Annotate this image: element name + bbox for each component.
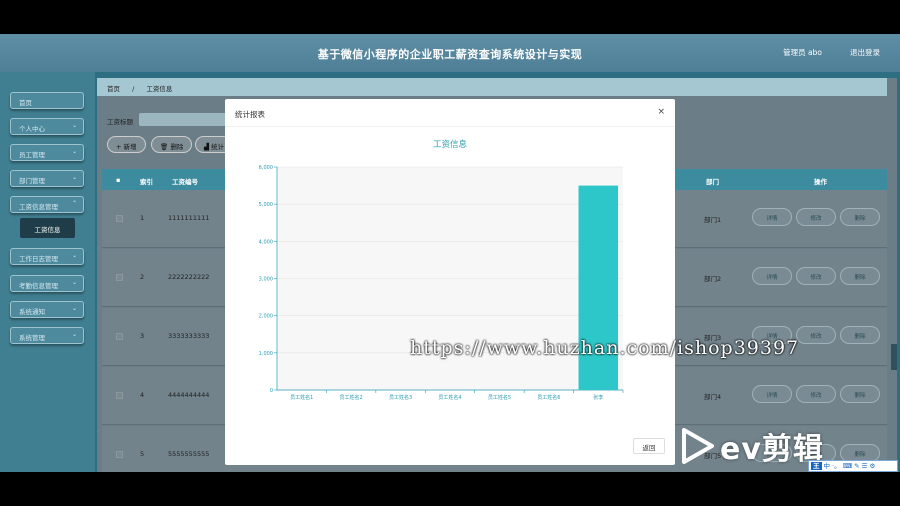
sidebar-item-dept[interactable]: 部门管理 ⌄	[10, 170, 84, 187]
edit-button[interactable]: 修改	[796, 208, 836, 226]
chevron-down-icon: ⌄	[71, 148, 77, 155]
x-tick-label: 张李	[593, 394, 603, 401]
sidebar-item-home[interactable]: 首页	[10, 92, 84, 109]
chevron-down-icon: ⌄	[71, 279, 77, 286]
row-checkbox[interactable]	[116, 451, 123, 458]
watermark-text: https://www.huzhan.com/ishop39397	[410, 337, 800, 359]
row-number: 1111111111	[168, 214, 210, 222]
edit-button[interactable]: 修改	[796, 267, 836, 285]
admin-label: 管理员 abo	[783, 48, 822, 57]
row-dept: 部门1	[704, 216, 722, 224]
detail-button[interactable]: 详情	[752, 267, 792, 285]
sidebar-item-attendance[interactable]: 考勤信息管理 ⌄	[10, 275, 84, 292]
chevron-down-icon: ⌄	[71, 174, 77, 181]
row-number: 3333333333	[168, 332, 210, 340]
row-index: 1	[140, 214, 145, 222]
y-tick-label: 0	[270, 388, 273, 394]
row-delete-button[interactable]: 删除	[840, 385, 880, 403]
edit-button[interactable]: 修改	[796, 385, 836, 403]
sidebar-item-notice[interactable]: 系统通知 ⌄	[10, 301, 84, 318]
top-header: 基于微信小程序的企业职工薪资查询系统设计与实现 管理员 abo 退出登录	[0, 34, 900, 72]
salary-bar-chart: 工资信息 0 1,000 2,000 3,000 4,000 5,000 6,000 员工姓名…	[259, 139, 624, 401]
col-dept: 部门	[706, 178, 719, 186]
chart-title: 工资信息	[433, 139, 468, 150]
x-tick-label: 员工姓名5	[488, 394, 511, 401]
sidebar-item-system[interactable]: 系统管理 ⌄	[10, 327, 84, 344]
row-dept: 部门2	[704, 275, 722, 283]
select-all-checkbox[interactable]: ▪	[116, 176, 120, 184]
stats-modal: 统计报表 × 工资信息 0 1,000 2,000 3,000 4,000 5,000 6,…	[225, 99, 675, 465]
y-tick-label: 6,000	[259, 165, 273, 171]
col-number: 工资编号	[172, 178, 198, 186]
x-tick-label: 员工姓名4	[438, 394, 461, 401]
sidebar-item-worklog[interactable]: 工作日志管理 ⌄	[10, 248, 84, 265]
row-number: 5555555555	[168, 450, 210, 458]
trash-icon: 🗑	[160, 143, 169, 151]
row-index: 4	[140, 391, 145, 399]
chevron-up-icon: ⌃	[71, 200, 77, 207]
modal-title: 统计报表	[235, 110, 265, 119]
row-checkbox[interactable]	[116, 333, 123, 340]
row-delete-button[interactable]: 删除	[840, 326, 880, 344]
row-checkbox[interactable]	[116, 215, 123, 222]
chart-icon: ▟	[204, 143, 209, 151]
filter-label: 工资标题	[107, 118, 133, 126]
y-tick-label: 4,000	[259, 239, 273, 245]
row-index: 2	[140, 273, 145, 281]
breadcrumb-current: 工资信息	[146, 85, 173, 93]
x-tick-label: 员工姓名3	[389, 394, 412, 401]
y-tick-label: 3,000	[259, 277, 273, 283]
x-tick-label: 员工姓名2	[340, 394, 363, 401]
x-tick-label: 员工姓名1	[290, 394, 313, 401]
y-tick-label: 2,000	[259, 314, 273, 320]
sidebar-item-salary[interactable]: 工资信息管理 ⌃	[10, 196, 84, 213]
close-icon[interactable]: ×	[657, 107, 665, 117]
col-index: 索引	[140, 178, 153, 186]
col-ops: 操作	[814, 178, 827, 186]
system-title: 基于微信小程序的企业职工薪资查询系统设计与实现	[317, 48, 583, 61]
sidebar-item-staff[interactable]: 员工管理 ⌄	[10, 144, 84, 161]
sidebar: 首页 个人中心 ⌄ 员工管理 ⌄ 部门管理 ⌄ 工资信息管理 ⌃ 工资信息 工作日志管理…	[0, 72, 95, 472]
scrollbar[interactable]	[891, 344, 897, 370]
chart-bar[interactable]	[578, 185, 619, 390]
row-delete-button[interactable]: 删除	[840, 267, 880, 285]
row-checkbox[interactable]	[116, 274, 123, 281]
x-tick-label: 员工姓名6	[537, 394, 560, 401]
row-dept: 部门4	[704, 393, 722, 401]
breadcrumb-home[interactable]: 首页	[107, 85, 120, 93]
breadcrumb-separator: /	[132, 85, 135, 93]
chevron-down-icon: ⌄	[71, 305, 77, 312]
chevron-down-icon: ⌄	[71, 252, 77, 259]
row-index: 5	[140, 450, 145, 458]
add-button[interactable]: + 新增	[107, 136, 146, 153]
play-icon	[682, 428, 714, 464]
logout-link[interactable]: 退出登录	[850, 47, 880, 58]
row-number: 2222222222	[168, 273, 210, 281]
ime-toolbar[interactable]: 王中 ·。 ⌨ ✎ ☰ ⚙	[808, 460, 898, 472]
row-checkbox[interactable]	[116, 392, 123, 399]
delete-button[interactable]: 🗑 删除	[151, 136, 193, 153]
row-number: 4444444444	[168, 391, 210, 399]
detail-button[interactable]: 详情	[752, 385, 792, 403]
ime-text: 中 ·。 ⌨ ✎ ☰ ⚙	[823, 462, 876, 470]
row-index: 3	[140, 332, 145, 340]
sidebar-item-profile[interactable]: 个人中心 ⌄	[10, 118, 84, 135]
sidebar-subitem-salary-info[interactable]: 工资信息	[20, 218, 75, 238]
y-tick-label: 1,000	[259, 351, 273, 357]
return-button[interactable]: 返回	[633, 438, 665, 454]
chevron-down-icon: ⌄	[71, 122, 77, 129]
filter-input[interactable]	[139, 113, 229, 126]
ime-badge: 王	[811, 462, 822, 470]
breadcrumb: 首页 / 工资信息	[97, 78, 887, 96]
y-tick-label: 5,000	[259, 202, 273, 208]
detail-button[interactable]: 详情	[752, 208, 792, 226]
chevron-down-icon: ⌄	[71, 331, 77, 338]
row-delete-button[interactable]: 删除	[840, 208, 880, 226]
edit-button[interactable]: 修改	[796, 326, 836, 344]
modal-divider	[225, 126, 675, 127]
